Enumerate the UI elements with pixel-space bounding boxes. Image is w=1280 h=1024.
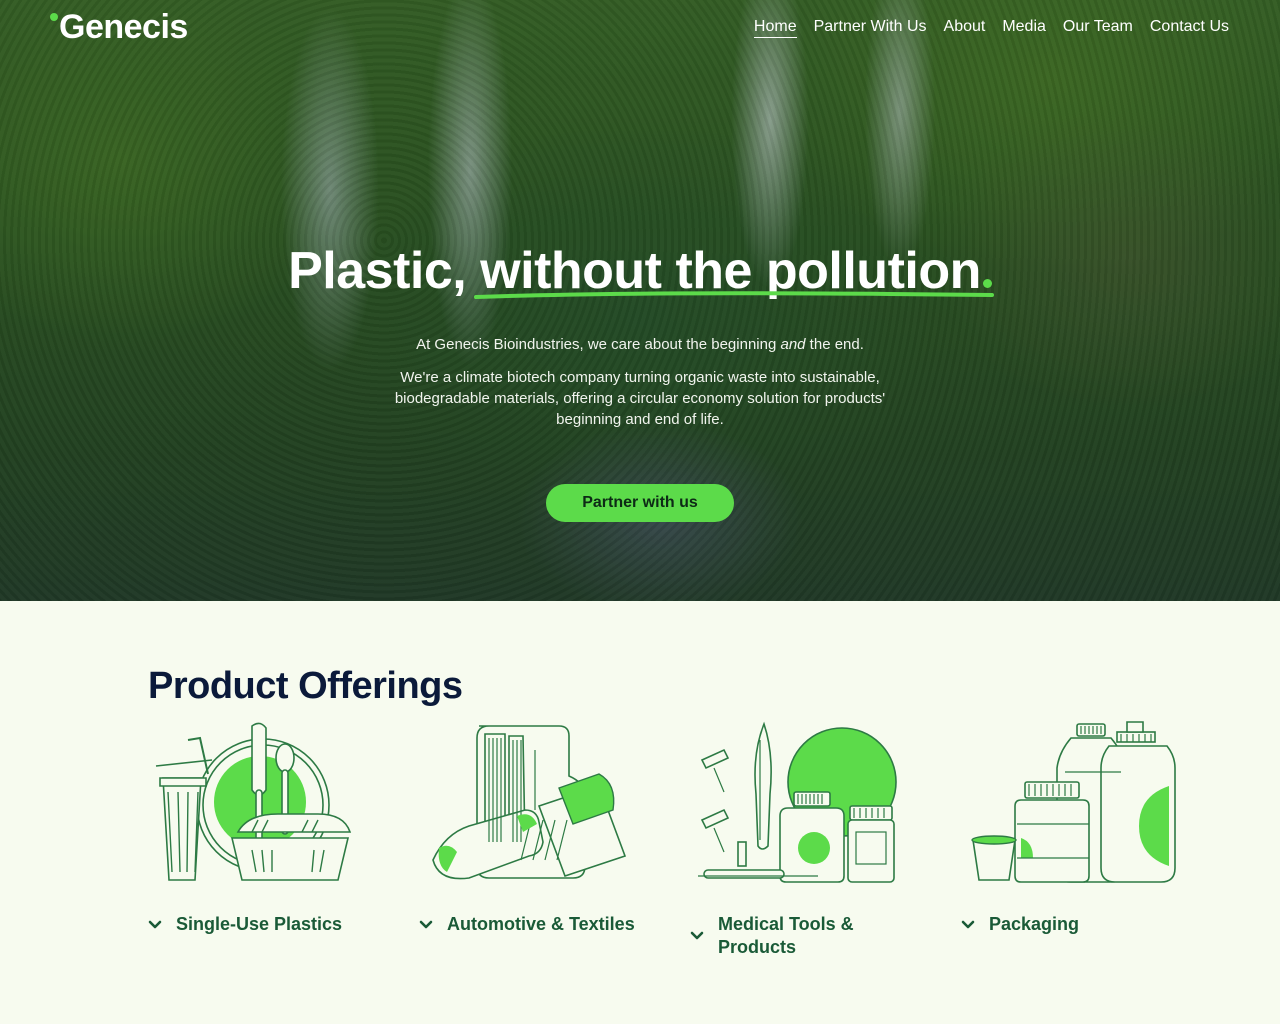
product-card-medical-tools: Medical Tools & Products [690,720,910,959]
product-offerings-title: Product Offerings [148,665,463,707]
nav-our-team[interactable]: Our Team [1063,17,1133,38]
product-toggle-automotive-textiles[interactable]: Automotive & Textiles [419,913,639,936]
intro-line: At Genecis Bioindustries, we care about … [340,334,940,355]
nav-home[interactable]: Home [753,17,797,38]
medical-tools-illustration-icon [698,721,897,883]
chevron-down-icon [961,920,975,928]
partner-with-us-button[interactable]: Partner with us [546,484,734,522]
logo-dot-icon [50,13,58,21]
chevron-down-icon [148,920,162,928]
intro-body: We're a climate biotech company turning … [394,369,886,428]
chevron-down-icon [419,920,433,928]
hero-intro: At Genecis Bioindustries, we care about … [340,334,940,430]
product-card-packaging: Packaging [961,720,1181,936]
headline-highlight: without the pollution [474,240,995,302]
product-toggle-single-use-plastics[interactable]: Single-Use Plastics [148,913,368,936]
chevron-down-icon [690,931,704,940]
intro-after: the end. [805,336,864,353]
product-label: Packaging [989,914,1080,934]
product-offerings-section: Product Offerings Single-Use Plastics Au… [0,601,1280,1024]
nav-about[interactable]: About [944,17,986,38]
headline-start: Plastic, [288,242,481,300]
packaging-illustration-icon [971,721,1176,883]
nav-media[interactable]: Media [1002,17,1046,38]
intro-emphasis: and [780,336,806,353]
automotive-textiles-illustration-icon [432,725,627,880]
main-nav: Home Partner With Us About Media Our Tea… [753,17,1229,38]
product-label: Medical Tools & Products [718,914,854,957]
product-toggle-packaging[interactable]: Packaging [961,913,1181,936]
hero-headline: Plastic, without the pollution [0,240,1280,302]
product-card-single-use-plastics: Single-Use Plastics [148,720,368,936]
headline-dot-icon [982,279,992,288]
product-label: Single-Use Plastics [176,914,343,934]
nav-partner-with-us[interactable]: Partner With Us [814,17,927,38]
single-use-plastics-illustration-icon [155,722,352,881]
product-toggle-medical-tools[interactable]: Medical Tools & Products [690,913,910,959]
underline-swoosh-icon [474,291,995,299]
product-card-automotive-textiles: Automotive & Textiles [419,720,639,936]
intro-before: At Genecis Bioindustries, we care about … [416,336,781,353]
product-label: Automotive & Textiles [447,914,635,934]
nav-contact-us[interactable]: Contact Us [1150,17,1229,38]
